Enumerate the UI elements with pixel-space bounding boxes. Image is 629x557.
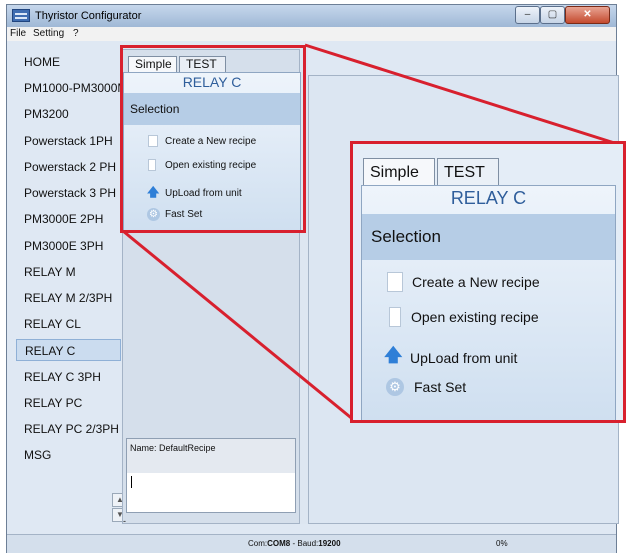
- connector-line-top: [304, 43, 625, 148]
- highlight-frame-zoom: [350, 141, 626, 423]
- highlight-frame-small: [120, 45, 306, 233]
- connector-line-bottom: [122, 229, 356, 423]
